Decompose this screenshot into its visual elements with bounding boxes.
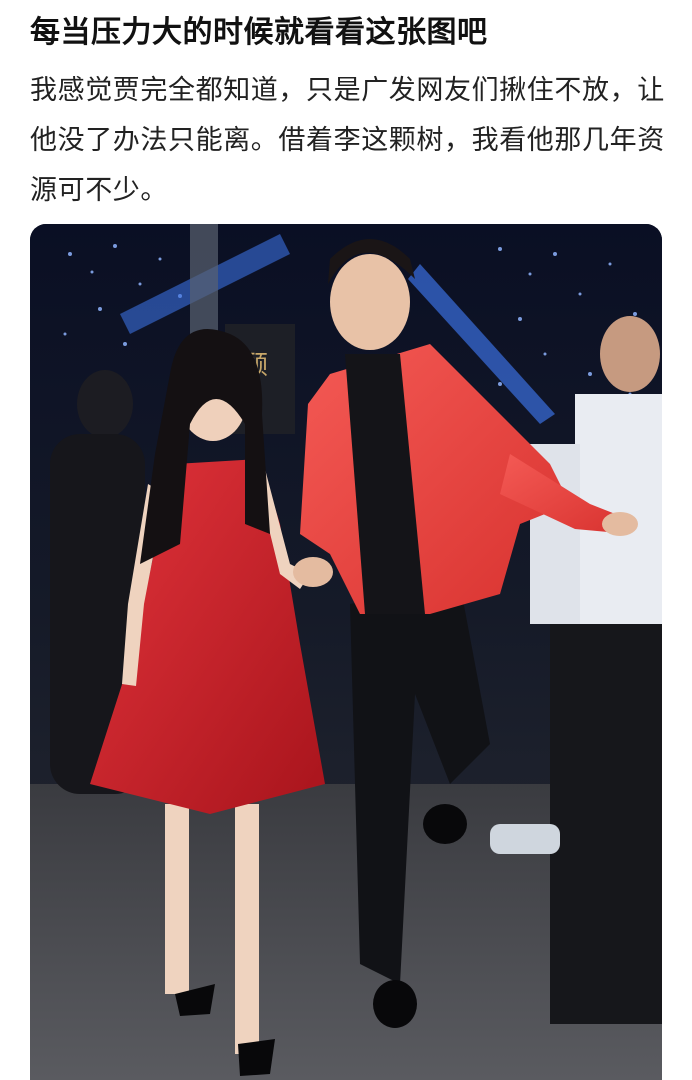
clasped-hands (293, 557, 333, 587)
man-face (330, 254, 410, 350)
post-body-text: 我感觉贾完全都知道，只是广发网友们揪住不放，让他没了办法只能离。借着李这颗树，我… (30, 75, 665, 206)
stage-pillar (190, 224, 218, 344)
woman-leg-right (235, 804, 259, 1054)
bystander-head-right (600, 316, 660, 392)
man-shoe-right (423, 804, 467, 844)
bystander-trousers-right (550, 624, 662, 1024)
bystander-head-left (77, 370, 133, 438)
man-shoe-left (373, 980, 417, 1028)
woman-shoe-right (238, 1039, 275, 1076)
post-photo[interactable]: 顾 (30, 224, 662, 1080)
photo-illustration: 顾 (30, 224, 662, 1080)
bystander-shoe (490, 824, 560, 854)
post-title: 每当压力大的时候就看看这张图吧 (30, 15, 488, 50)
woman-leg-left (165, 804, 189, 994)
man-hand-right (602, 512, 638, 536)
